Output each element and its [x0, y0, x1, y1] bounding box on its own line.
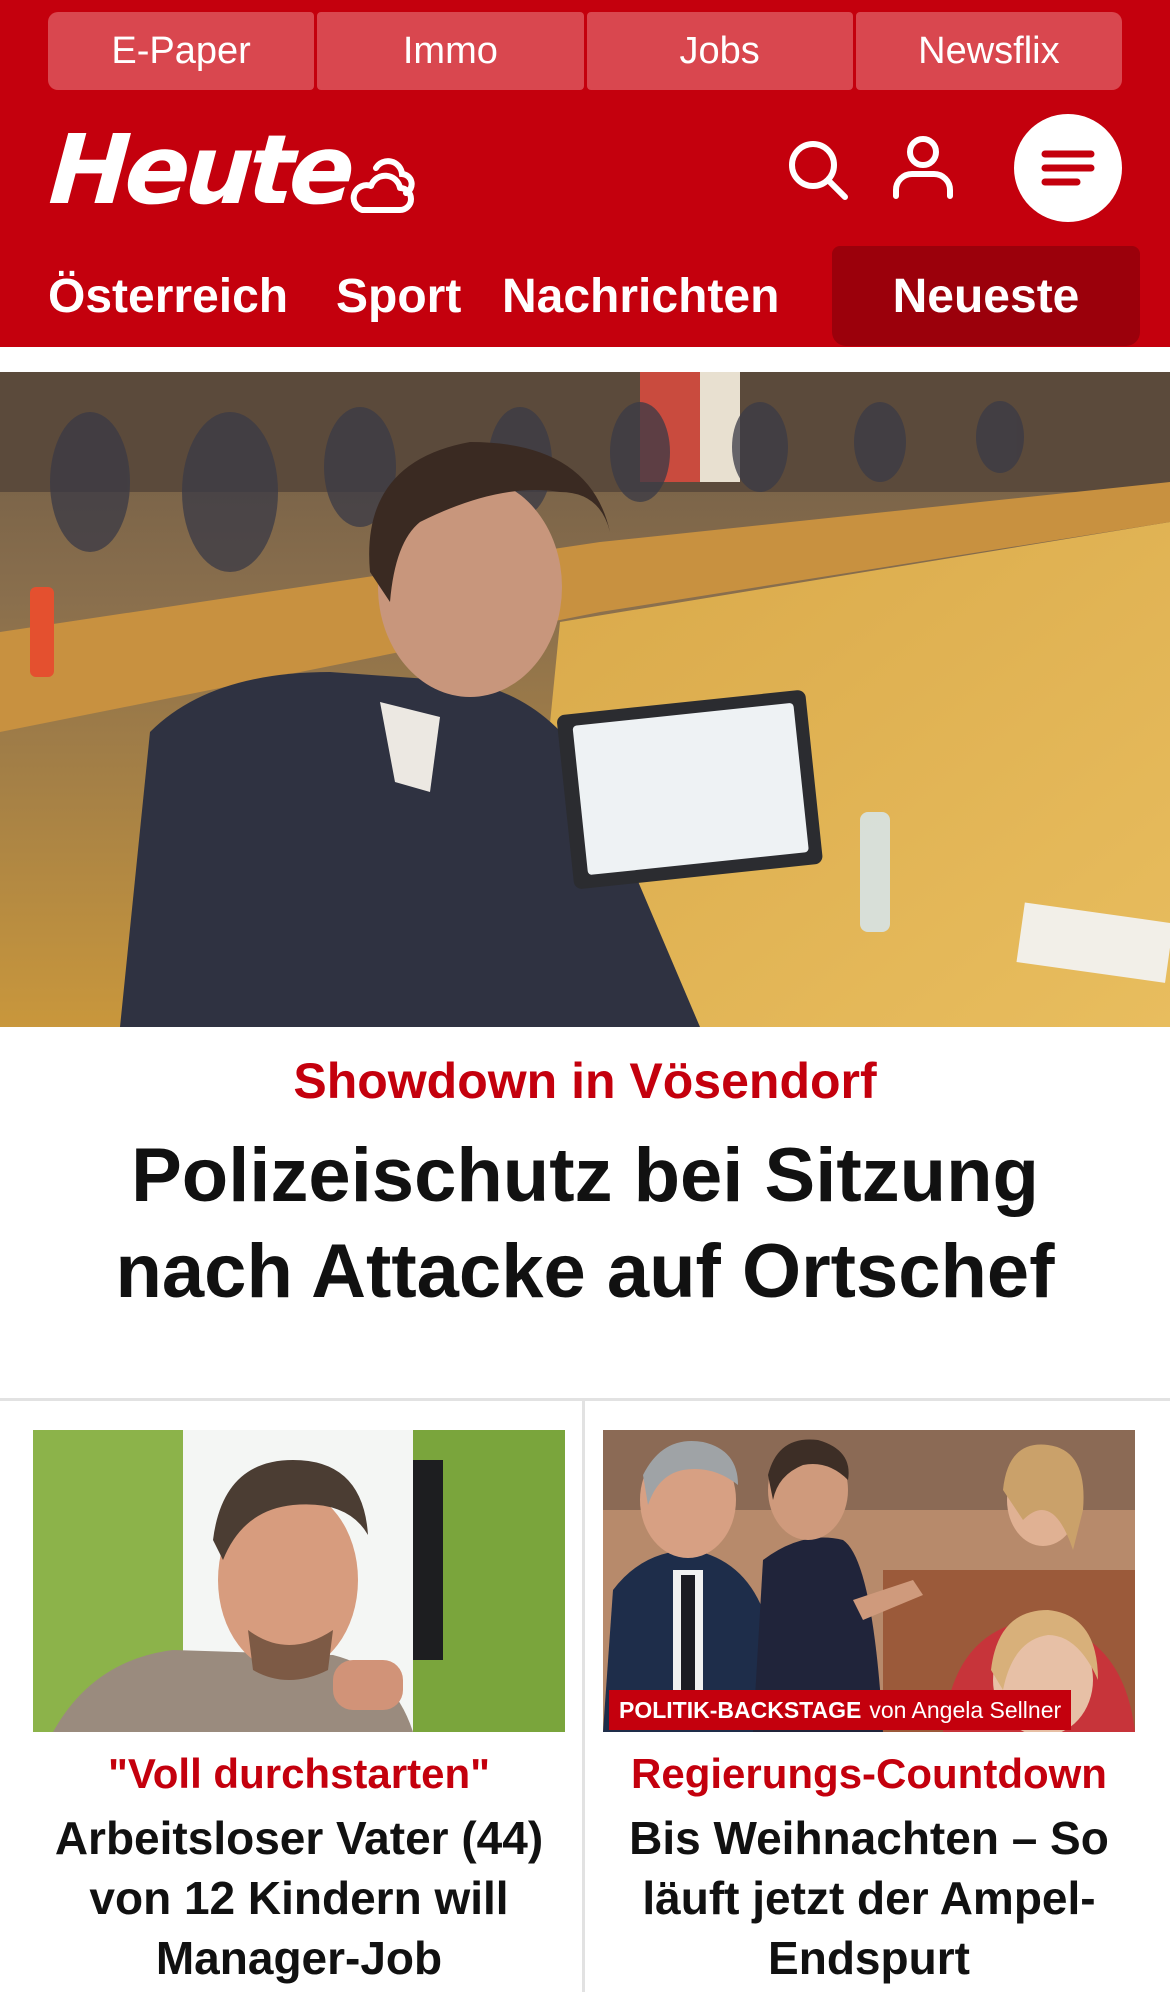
nav-item-neueste[interactable]: Neueste	[832, 246, 1140, 346]
article-card-kicker[interactable]: "Voll durchstarten"	[33, 1746, 565, 1802]
topbar-link-epaper[interactable]: E-Paper	[48, 12, 315, 90]
hero-title[interactable]: Polizeischutz bei Sitzung nach Attacke a…	[40, 1128, 1130, 1320]
article-card-image[interactable]	[33, 1430, 565, 1732]
article-card[interactable]: POLITIK-BACKSTAGE von Angela Sellner Reg…	[603, 1430, 1135, 1988]
menu-icon	[1041, 150, 1095, 186]
nav-item-oesterreich[interactable]: Österreich	[48, 246, 288, 346]
badge-label: POLITIK-BACKSTAGE	[619, 1696, 862, 1723]
column-divider	[582, 1401, 585, 1992]
article-card-kicker[interactable]: Regierungs-Countdown	[603, 1746, 1135, 1802]
site-header: E-Paper Immo Jobs Newsflix Heute Österre…	[0, 0, 1170, 347]
menu-button[interactable]	[1014, 114, 1122, 222]
politik-backstage-badge: POLITIK-BACKSTAGE von Angela Sellner	[609, 1690, 1072, 1730]
site-logo[interactable]: Heute	[46, 114, 354, 226]
badge-author: von Angela Sellner	[869, 1696, 1062, 1723]
article-card-title[interactable]: Arbeitsloser Vater (44) von 12 Kindern w…	[33, 1808, 565, 1988]
article-card-image[interactable]: POLITIK-BACKSTAGE von Angela Sellner	[603, 1430, 1135, 1732]
search-icon[interactable]	[786, 138, 850, 202]
nav-item-nachrichten[interactable]: Nachrichten	[502, 246, 779, 346]
topbar-link-immo[interactable]: Immo	[317, 12, 584, 90]
nav-item-sport[interactable]: Sport	[336, 246, 461, 346]
main-nav: Österreich Sport Nachrichten Neueste	[0, 246, 1170, 347]
topbar-link-newsflix[interactable]: Newsflix	[855, 12, 1122, 90]
user-icon[interactable]	[890, 134, 956, 200]
top-links-bar: E-Paper Immo Jobs Newsflix	[48, 12, 1122, 90]
section-divider	[0, 1398, 1170, 1401]
article-card-title[interactable]: Bis Weihnachten – So läuft jetzt der Amp…	[603, 1808, 1135, 1988]
topbar-link-jobs[interactable]: Jobs	[586, 12, 853, 90]
article-card[interactable]: "Voll durchstarten" Arbeitsloser Vater (…	[33, 1430, 565, 1988]
weather-cloud-icon[interactable]	[346, 148, 420, 216]
hero-article-image[interactable]	[0, 372, 1170, 1027]
hero-kicker[interactable]: Showdown in Vösendorf	[0, 1052, 1170, 1110]
